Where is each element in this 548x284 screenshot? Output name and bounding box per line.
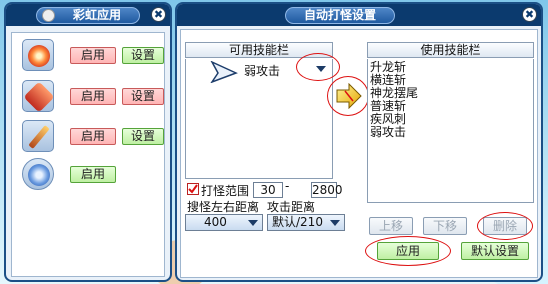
app-row: 启用 设置 xyxy=(22,80,164,114)
used-skills-header: 使用技能栏 xyxy=(367,42,534,58)
left-panel-title: 彩虹应用 xyxy=(36,7,140,24)
range-from-input[interactable]: 30 xyxy=(253,182,283,198)
right-panel-titlebar: 自动打怪设置 ✖ xyxy=(177,4,541,26)
search-distance-label: 搜怪左右距离 xyxy=(187,200,260,214)
red-crystal-icon[interactable] xyxy=(22,80,55,113)
apps-list: 启用 设置 启用 设置 启用 设置 启用 xyxy=(11,32,165,277)
add-skill-button[interactable] xyxy=(327,76,369,116)
dropdown-highlight-oval xyxy=(296,53,340,81)
search-distance-value: 400 xyxy=(204,215,227,229)
enable-button[interactable]: 启用 xyxy=(70,88,116,105)
app-row: 启用 设置 xyxy=(22,39,164,73)
sword-icon[interactable] xyxy=(22,120,54,152)
used-skill-item[interactable]: 弱攻击 xyxy=(370,126,406,139)
used-skills-list[interactable]: 升龙斩 横连斩 神龙摆尾 普速斩 疾风刺 弱攻击 xyxy=(367,59,534,203)
range-checkbox[interactable] xyxy=(187,183,199,195)
enable-button[interactable]: 启用 xyxy=(70,128,116,145)
range-to-input[interactable]: 2800 xyxy=(311,182,343,198)
settings-button[interactable]: 设置 xyxy=(122,128,164,145)
attack-distance-select[interactable]: 默认/210 xyxy=(267,214,345,231)
apply-highlight-oval xyxy=(365,236,451,266)
enable-button[interactable]: 启用 xyxy=(70,166,116,183)
search-distance-select[interactable]: 400 xyxy=(185,214,263,231)
flame-star-icon[interactable] xyxy=(22,39,54,71)
settings-body: 可用技能栏 弱攻击 使用技能栏 升龙斩 横连斩 神龙摆尾 普速斩 疾风刺 弱攻击… xyxy=(180,29,538,278)
chevron-down-icon xyxy=(330,220,340,226)
app-row: 启用 xyxy=(22,158,162,192)
range-label: 打怪范围 xyxy=(201,184,250,198)
enable-button[interactable]: 启用 xyxy=(70,47,116,64)
checkmark-icon xyxy=(188,184,198,194)
attack-distance-label: 攻击距离 xyxy=(267,200,316,214)
app-row: 启用 设置 xyxy=(22,120,164,154)
range-dash: - xyxy=(285,179,290,193)
delete-highlight-oval xyxy=(477,212,533,240)
auto-combat-settings-panel: 自动打怪设置 ✖ 可用技能栏 弱攻击 使用技能栏 升龙斩 横连斩 神龙摆尾 普速… xyxy=(175,2,543,282)
left-close-icon[interactable]: ✖ xyxy=(151,7,166,22)
left-panel-title-text: 彩虹应用 xyxy=(72,8,121,22)
cursor-arrow-icon xyxy=(210,61,238,83)
move-down-button[interactable]: 下移 xyxy=(423,217,467,235)
rainbow-apps-panel: 彩虹应用 ✖ 启用 设置 启用 设置 启用 设置 启用 xyxy=(4,2,172,282)
right-close-icon[interactable]: ✖ xyxy=(522,7,537,22)
chevron-down-icon xyxy=(248,220,258,226)
rainbow-logo-icon xyxy=(42,9,55,22)
available-skills-list[interactable]: 弱攻击 xyxy=(185,53,340,179)
settings-button[interactable]: 设置 xyxy=(122,47,164,64)
left-panel-titlebar: 彩虹应用 ✖ xyxy=(6,4,170,26)
available-skill-selected[interactable]: 弱攻击 xyxy=(244,62,280,79)
arrow-right-icon xyxy=(336,83,362,109)
settings-button[interactable]: 设置 xyxy=(122,88,164,105)
default-settings-button[interactable]: 默认设置 xyxy=(461,242,529,260)
attack-distance-value: 默认/210 xyxy=(272,215,323,229)
right-panel-title: 自动打怪设置 xyxy=(285,7,395,24)
blue-shield-icon[interactable] xyxy=(22,158,54,190)
move-up-button[interactable]: 上移 xyxy=(369,217,413,235)
